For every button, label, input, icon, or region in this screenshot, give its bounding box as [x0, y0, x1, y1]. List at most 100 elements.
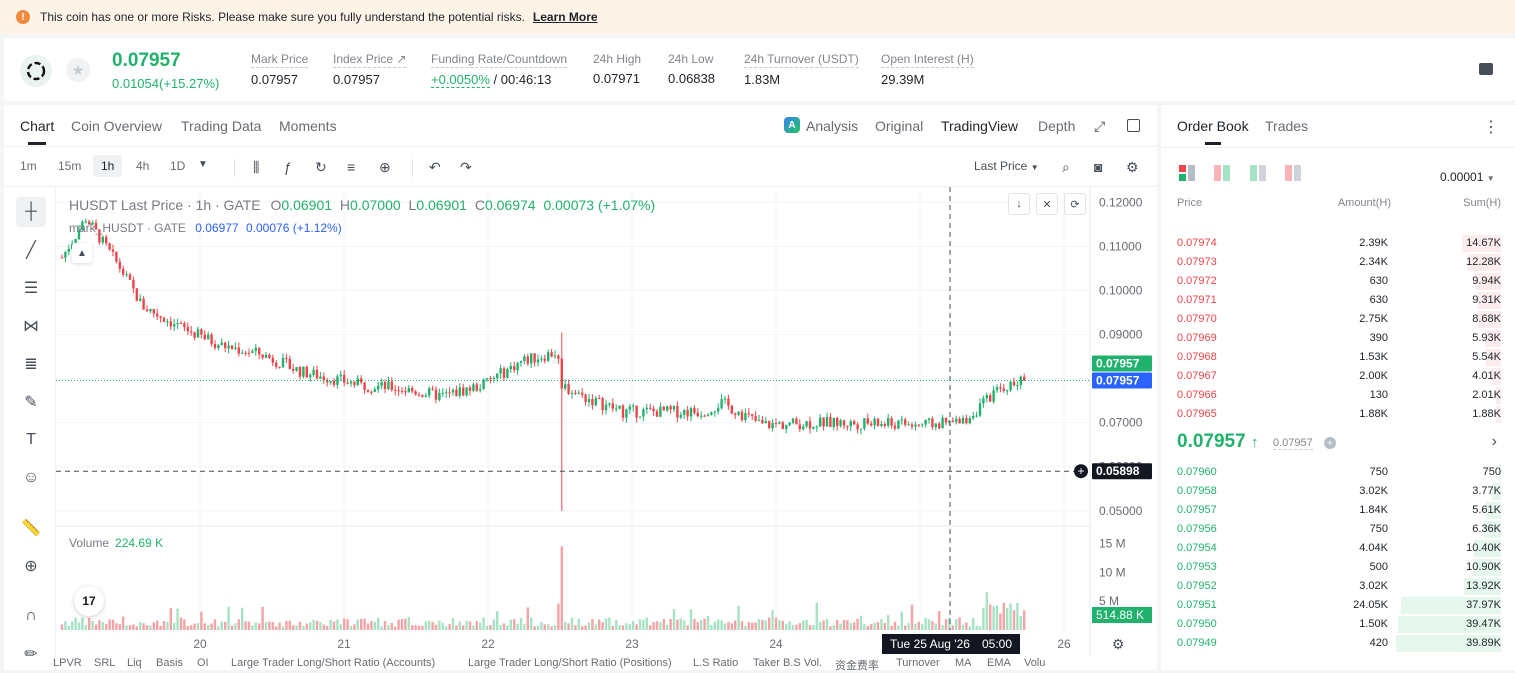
horizontal-lines-icon[interactable]: ☰ [16, 273, 46, 303]
favorite-star-icon[interactable]: ★ [66, 58, 90, 82]
window-icon[interactable] [1127, 119, 1140, 132]
undo-icon[interactable]: ↶ [429, 159, 441, 176]
interval-4h[interactable]: 4h [136, 159, 149, 173]
stat-label[interactable]: Funding Rate/Countdown [431, 52, 568, 68]
orderbook-row[interactable]: 0.07965 1.88K 1.88K [1161, 405, 1515, 424]
view-bids-icon[interactable] [1250, 165, 1266, 181]
tab-coin-overview[interactable]: Coin Overview [71, 118, 162, 134]
stat-label[interactable]: Mark Price [251, 52, 309, 68]
pattern-icon[interactable]: ⋈ [16, 311, 46, 341]
interval-1d[interactable]: 1D [170, 159, 185, 173]
orderbook-row[interactable]: 0.07953 500 10.90K [1161, 558, 1515, 577]
orderbook-row[interactable]: 0.07957 1.84K 5.61K [1161, 501, 1515, 520]
orderbook-row[interactable]: 0.07956 750 6.36K [1161, 520, 1515, 539]
interval-1h[interactable]: 1h [93, 155, 123, 177]
tab-moments[interactable]: Moments [279, 118, 337, 134]
orderbook-row[interactable]: 0.07966 130 2.01K [1161, 386, 1515, 405]
orderbook-row[interactable]: 0.07971 630 9.31K [1161, 291, 1515, 310]
orderbook-row[interactable]: 0.07970 2.75K 8.68K [1161, 310, 1515, 329]
orderbook-row[interactable]: 0.07973 2.34K 12.28K [1161, 253, 1515, 272]
price-source-select[interactable]: Last Price ▼ [974, 159, 1039, 173]
precision-select[interactable]: 0.00001 ▼ [1440, 170, 1495, 184]
trend-line-icon[interactable]: ╱ [16, 235, 46, 265]
view-split-icon[interactable] [1214, 165, 1230, 181]
indicator-lt-accounts[interactable]: Large Trader Long/Short Ratio (Accounts) [231, 657, 435, 669]
interval-dropdown-icon[interactable]: ▼ [198, 159, 208, 170]
interval-1m[interactable]: 1m [20, 159, 37, 173]
indicator-ma[interactable]: MA [955, 657, 972, 669]
orderbook-row[interactable]: 0.07972 630 9.94K [1161, 272, 1515, 291]
stat-label[interactable]: Open Interest (H) [881, 52, 974, 68]
tradingview-logo[interactable]: 17 [74, 586, 104, 616]
orderbook-row[interactable]: 0.07967 2.00K 4.01K [1161, 367, 1515, 386]
orderbook-row[interactable]: 0.07960 750 750 [1161, 463, 1515, 482]
add-indicator-icon[interactable]: ⊕ [379, 159, 391, 176]
text-tool-icon[interactable]: T [16, 425, 46, 455]
compress-icon[interactable]: ✕ [1036, 193, 1058, 215]
indicator-oi[interactable]: OI [197, 657, 209, 669]
tab-chart[interactable]: Chart [20, 118, 54, 145]
stat-label[interactable]: 24h Turnover (USDT) [744, 52, 859, 68]
crosshair-icon[interactable]: ┼ [16, 197, 46, 227]
replay-icon[interactable]: ↻ [315, 159, 327, 176]
redo-icon[interactable]: ↷ [460, 159, 472, 176]
indicator-liq[interactable]: Liq [127, 657, 142, 669]
view-both-icon[interactable] [1179, 165, 1195, 181]
collapse-legend-icon[interactable]: ▲ [72, 243, 92, 263]
zoom-in-icon[interactable]: ⊕ [16, 551, 46, 581]
fullscreen-icon[interactable]: ⤢ [1094, 118, 1105, 135]
indicators-icon[interactable]: ƒ [284, 159, 292, 175]
more-options-icon[interactable]: ⋮ [1483, 117, 1499, 137]
interval-15m[interactable]: 15m [58, 159, 81, 173]
template-icon[interactable]: ≡ [347, 159, 355, 175]
indicator-ls-ratio[interactable]: L.S Ratio [693, 657, 738, 669]
orderbook-row[interactable]: 0.07969 390 5.93K [1161, 329, 1515, 348]
indicator-funding-rate[interactable]: 资金费率 [835, 657, 879, 673]
magnet-icon[interactable]: ∩ [16, 601, 46, 631]
ai-analysis-icon: A [784, 117, 800, 133]
orderbook-row[interactable]: 0.07951 24.05K 37.97K [1161, 596, 1515, 615]
indicator-srl[interactable]: SRL [94, 657, 115, 669]
funding-rate-value[interactable]: +0.0050% [431, 72, 490, 88]
stat-label[interactable]: Index Price ↗ [333, 52, 407, 68]
ruler-icon[interactable]: 📏 [16, 513, 46, 543]
indicator-volume[interactable]: Volu [1024, 657, 1045, 669]
indicator-basis[interactable]: Basis [156, 657, 183, 669]
tab-trading-data[interactable]: Trading Data [181, 118, 261, 134]
orderbook-row[interactable]: 0.07968 1.53K 5.54K [1161, 348, 1515, 367]
orderbook-row[interactable]: 0.07950 1.50K 39.47K [1161, 615, 1515, 634]
search-icon[interactable]: ⌕ [1062, 159, 1070, 176]
chevron-right-icon[interactable]: › [1492, 433, 1497, 451]
fib-icon[interactable]: ≣ [16, 349, 46, 379]
candle-body [662, 406, 665, 411]
scroll-down-icon[interactable]: ↓ [1008, 193, 1030, 215]
indicator-taker-vol[interactable]: Taker B.S Vol. [753, 657, 822, 669]
brush-icon[interactable]: ✎ [16, 387, 46, 417]
view-analysis[interactable]: Analysis [806, 118, 858, 134]
orderbook-row[interactable]: 0.07958 3.02K 3.77K [1161, 482, 1515, 501]
orderbook-row[interactable]: 0.07954 4.04K 10.40K [1161, 539, 1515, 558]
view-depth[interactable]: Depth [1038, 118, 1075, 134]
orderbook-row[interactable]: 0.07949 420 39.89K [1161, 634, 1515, 653]
candle-type-icon[interactable]: ⫼ [253, 159, 259, 176]
gear-icon[interactable]: ⚙ [1126, 159, 1139, 176]
view-original[interactable]: Original [875, 118, 923, 134]
tab-trades[interactable]: Trades [1265, 118, 1308, 134]
reset-view-icon[interactable]: ⟳ [1064, 193, 1086, 215]
orderbook-row[interactable]: 0.07974 2.39K 14.67K [1161, 234, 1515, 253]
price-chart[interactable]: 0.120000.110000.100000.090000.080000.070… [56, 187, 1157, 656]
guide-book-icon[interactable] [1479, 63, 1493, 75]
orderbook-row[interactable]: 0.07952 3.02K 13.92K [1161, 577, 1515, 596]
camera-icon[interactable]: ◙ [1094, 159, 1102, 175]
indicator-lt-positions[interactable]: Large Trader Long/Short Ratio (Positions… [468, 657, 672, 669]
tab-order-book[interactable]: Order Book [1177, 118, 1249, 145]
pencil-icon[interactable]: ✏ [16, 639, 46, 669]
indicator-lpvr[interactable]: LPVR [53, 657, 82, 669]
mid-price[interactable]: 0.07957 ↑ [1177, 431, 1258, 453]
emoji-icon[interactable]: ☺ [16, 463, 46, 493]
learn-more-link[interactable]: Learn More [533, 10, 598, 24]
view-asks-icon[interactable] [1285, 165, 1301, 181]
indicator-turnover[interactable]: Turnover [896, 657, 940, 669]
view-tradingview[interactable]: TradingView [941, 118, 1018, 134]
indicator-ema[interactable]: EMA [987, 657, 1011, 669]
